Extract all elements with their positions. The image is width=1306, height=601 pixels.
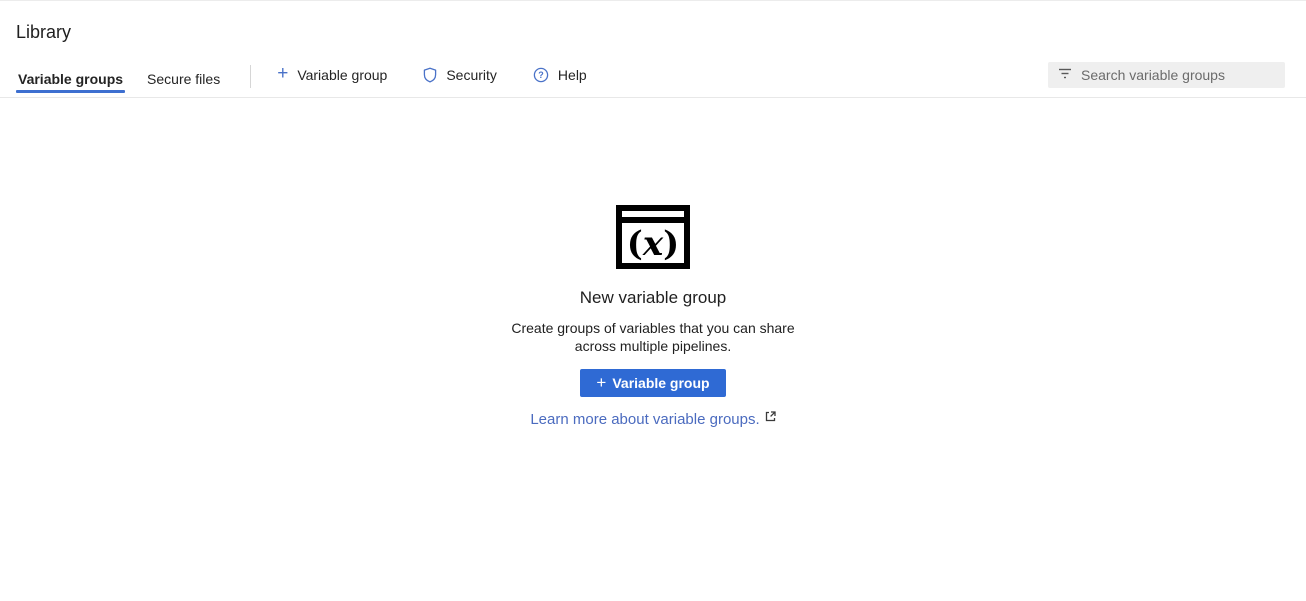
library-page: Library Variable groups Secure files + V… xyxy=(0,0,1306,601)
tab-variable-groups[interactable]: Variable groups xyxy=(16,60,125,97)
security-command-label: Security xyxy=(446,67,497,83)
active-tab-underline xyxy=(16,90,125,93)
empty-state: (x) New variable group Create groups of … xyxy=(0,205,1306,428)
svg-text:?: ? xyxy=(538,70,544,80)
new-variable-group-command-label: Variable group xyxy=(297,67,387,83)
page-header: Library xyxy=(0,1,1306,44)
help-circle-icon: ? xyxy=(533,67,549,83)
empty-state-title: New variable group xyxy=(580,288,726,308)
variable-group-button-label: Variable group xyxy=(612,375,709,391)
search-box[interactable] xyxy=(1048,62,1285,88)
variable-group-window-icon: (x) xyxy=(616,205,690,269)
learn-more-link[interactable]: Learn more about variable groups. xyxy=(530,411,775,428)
toolbar-divider xyxy=(250,65,251,88)
tab-variable-groups-label: Variable groups xyxy=(18,71,123,87)
main-content: (x) New variable group Create groups of … xyxy=(0,205,1306,428)
security-command[interactable]: Security xyxy=(405,60,515,89)
svg-text:(x): (x) xyxy=(627,224,679,264)
tab-secure-files-label: Secure files xyxy=(147,71,220,87)
plus-icon: + xyxy=(277,64,288,83)
external-link-icon xyxy=(765,409,776,426)
shield-icon xyxy=(423,67,437,83)
page-title: Library xyxy=(16,20,1290,44)
search-input[interactable] xyxy=(1081,67,1277,83)
empty-state-description: Create groups of variables that you can … xyxy=(497,319,809,355)
tab-secure-files[interactable]: Secure files xyxy=(145,60,222,97)
filter-icon xyxy=(1058,66,1072,84)
tab-list: Variable groups Secure files xyxy=(16,60,242,97)
plus-icon: + xyxy=(596,374,606,391)
variable-group-button[interactable]: + Variable group xyxy=(580,369,725,397)
new-variable-group-command[interactable]: + Variable group xyxy=(259,60,405,89)
help-command-label: Help xyxy=(558,67,587,83)
help-command[interactable]: ? Help xyxy=(515,60,605,89)
learn-more-link-label: Learn more about variable groups. xyxy=(530,411,759,428)
command-bar: Variable groups Secure files + Variable … xyxy=(0,60,1306,98)
